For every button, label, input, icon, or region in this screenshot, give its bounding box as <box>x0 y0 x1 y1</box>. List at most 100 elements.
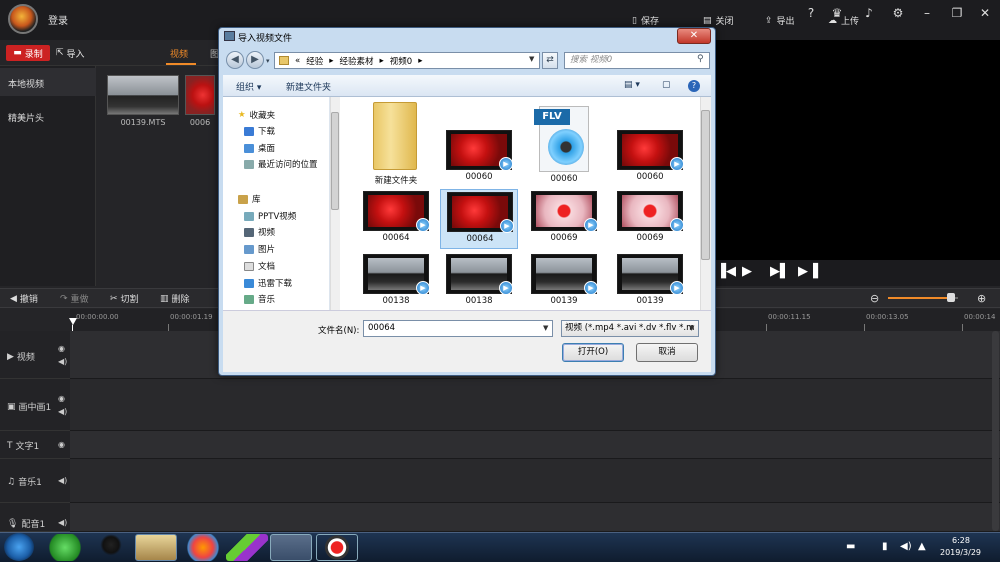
nav-item[interactable]: 最近访问的位置 <box>244 158 318 170</box>
eye-icon[interactable]: ◉ <box>58 344 65 353</box>
taskbar-app-iqiyi[interactable] <box>226 534 268 561</box>
taskbar-app-firefox[interactable] <box>182 534 224 561</box>
nav-item[interactable]: PPTV视频 <box>244 210 296 222</box>
nav-item[interactable]: 迅雷下载 <box>244 277 292 289</box>
taskbar-app-qq[interactable] <box>90 534 132 561</box>
taskbar-app-editor[interactable] <box>270 534 312 561</box>
video-file-item[interactable]: ▶ 00064 <box>440 189 518 249</box>
delete-button[interactable]: ▥ 删除 <box>160 292 190 306</box>
folder-item[interactable]: 新建文件夹 <box>357 100 435 188</box>
forward-button[interactable]: ▶ <box>246 51 264 69</box>
nav-item[interactable]: 文档 <box>244 260 275 272</box>
file-type-select[interactable]: 视频 (*.mp4 *.avi *.dv *.flv *.m <box>561 320 699 337</box>
filename-dropdown-icon[interactable]: ▼ <box>543 324 548 332</box>
end-icon[interactable]: ▶▐ <box>798 264 818 279</box>
category-local-video[interactable]: 本地视频 <box>8 77 44 90</box>
timeline-scrollbar[interactable] <box>992 331 999 531</box>
start-button[interactable] <box>4 533 34 561</box>
play-icon[interactable]: ▶ <box>742 264 752 279</box>
preview-pane-icon[interactable]: ▢ <box>662 80 671 90</box>
restore-icon[interactable]: ❐ <box>950 6 964 20</box>
video-file-item[interactable]: ▶ 00064 <box>357 189 435 249</box>
breadcrumb-item[interactable]: 视频0 <box>390 55 412 67</box>
help-icon[interactable]: ? <box>804 6 818 20</box>
track-pip[interactable] <box>70 379 1000 431</box>
previous-frame-icon[interactable]: ▐◀ <box>716 264 736 279</box>
help-icon[interactable]: ? <box>688 80 700 92</box>
tray-network-icon[interactable]: ▲ <box>918 541 926 552</box>
nav-scrollbar-thumb[interactable] <box>331 112 339 210</box>
save-button[interactable]: ▯ 保存 <box>632 14 659 28</box>
track-voice[interactable] <box>70 503 1000 532</box>
redo-button[interactable]: ↷ 重做 <box>60 292 89 306</box>
address-dropdown-icon[interactable]: ▼ <box>529 55 534 63</box>
breadcrumb-item[interactable]: 经验 <box>306 55 323 67</box>
address-bar[interactable]: « 经验 ▸ 经验素材 ▸ 视频0 ▸ <box>274 52 540 69</box>
breadcrumb-item[interactable]: 经验素材 <box>340 55 374 67</box>
crown-icon[interactable]: ♛ <box>830 6 844 20</box>
bell-icon[interactable]: ♪ <box>862 6 876 20</box>
tray-battery-icon[interactable]: ▮ <box>882 541 888 552</box>
window-close-icon[interactable]: ✕ <box>978 6 992 20</box>
search-icon[interactable]: ⚲ <box>697 54 704 64</box>
view-options-icon[interactable]: ▤ ▾ <box>624 80 640 90</box>
video-file-item[interactable]: ▶ 00069 <box>611 189 689 249</box>
nav-item[interactable]: 桌面 <box>244 142 275 154</box>
organize-menu[interactable]: 组织 ▾ <box>236 80 261 93</box>
nav-item[interactable]: 音乐 <box>244 293 275 305</box>
record-button[interactable]: ▬ 录制 <box>6 45 50 61</box>
track-text[interactable] <box>70 431 1000 459</box>
nav-item[interactable]: 图片 <box>244 243 275 255</box>
nav-item[interactable]: 视频 <box>244 226 275 238</box>
speaker-icon[interactable]: ◀) <box>58 407 67 416</box>
speaker-icon[interactable]: ◀) <box>58 518 67 527</box>
import-button[interactable]: ⇱ 导入 <box>56 45 96 61</box>
zoom-out-icon[interactable]: ⊖ <box>870 292 879 305</box>
new-folder-button[interactable]: 新建文件夹 <box>286 80 331 93</box>
address-prefix[interactable]: « <box>295 56 300 66</box>
refresh-button[interactable]: ⇄ <box>542 52 558 69</box>
cut-button[interactable]: ✂ 切割 <box>110 292 139 306</box>
file-type-dropdown-icon[interactable]: ▼ <box>689 324 694 332</box>
category-intro-clips[interactable]: 精美片头 <box>8 111 44 124</box>
gear-icon[interactable]: ⚙ <box>891 6 905 20</box>
nav-item[interactable]: 下载 <box>244 125 275 137</box>
login-link[interactable]: 登录 <box>48 12 68 27</box>
video-file-item[interactable]: ▶ 00139 <box>611 252 689 312</box>
history-dropdown-icon[interactable]: ▾ <box>266 57 270 65</box>
eye-icon[interactable]: ◉ <box>58 394 65 403</box>
taskbar-app-recorder[interactable] <box>316 534 358 561</box>
video-file-item[interactable]: ▶ 00138 <box>357 252 435 312</box>
cancel-button[interactable]: 取消 <box>636 343 698 362</box>
taskbar-app-explorer[interactable] <box>135 534 177 561</box>
speaker-icon[interactable]: ◀) <box>58 476 67 485</box>
close-project-button[interactable]: ▤ 关闭 <box>703 14 734 28</box>
video-file-item[interactable]: ▶ 00060 <box>611 128 689 188</box>
video-file-item[interactable]: ▶ 00069 <box>525 189 603 249</box>
zoom-in-icon[interactable]: ⊕ <box>977 292 986 305</box>
search-input[interactable]: 搜索 视频0 <box>564 52 710 69</box>
zoom-slider-handle[interactable] <box>947 293 955 302</box>
nav-library[interactable]: 库 <box>238 193 261 205</box>
export-button[interactable]: ⇪ 导出 <box>765 14 795 28</box>
minimize-icon[interactable]: – <box>920 6 934 20</box>
video-file-item[interactable]: ▶ 00060 <box>440 128 518 188</box>
eye-icon[interactable]: ◉ <box>58 440 65 449</box>
tray-volume-icon[interactable]: ◀) <box>900 541 912 552</box>
next-frame-icon[interactable]: ▶▌ <box>770 264 790 279</box>
track-music[interactable] <box>70 459 1000 503</box>
open-button[interactable]: 打开(O) <box>562 343 624 362</box>
tray-arrow-icon[interactable]: ▬ <box>846 541 855 552</box>
media-thumbnail[interactable] <box>185 75 215 115</box>
back-button[interactable]: ◀ <box>226 51 244 69</box>
filename-input[interactable]: 00064 <box>363 320 553 337</box>
taskbar-app-360[interactable] <box>44 534 86 561</box>
playhead-marker[interactable] <box>69 318 77 325</box>
nav-favorites[interactable]: ★ 收藏夹 <box>238 109 275 121</box>
files-scrollbar-thumb[interactable] <box>701 110 710 260</box>
tab-video[interactable]: 视频 <box>170 47 188 60</box>
media-thumbnail[interactable] <box>107 75 179 115</box>
video-file-item[interactable]: ▶ 00138 <box>440 252 518 312</box>
video-file-item[interactable]: FLV 00060 <box>525 100 603 188</box>
undo-button[interactable]: ◀ 撤销 <box>10 292 38 306</box>
